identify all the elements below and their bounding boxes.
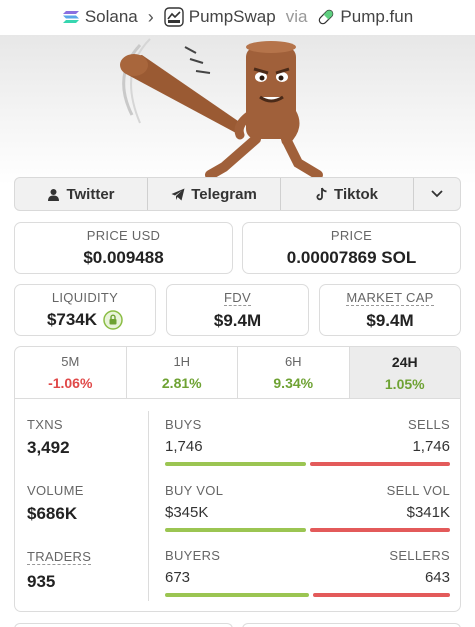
price-native-label: PRICE: [330, 228, 373, 243]
buys-sells-stat: BUYS SELLS 1,746 1,746: [165, 417, 450, 466]
traders-value: 935: [27, 572, 56, 591]
tab-5m[interactable]: 5M -1.06%: [15, 347, 127, 398]
buys-sells-bar: [165, 462, 450, 466]
sellers-label: SELLERS: [389, 548, 450, 563]
buy-vol-label: BUY VOL: [165, 483, 224, 498]
txns-stat: TXNS 3,492: [27, 417, 70, 458]
next-card-right: [242, 623, 461, 627]
stats-divider: [148, 411, 149, 601]
buyers-sellers-stat: BUYERS SELLERS 673 643: [165, 548, 450, 597]
pumpswap-icon: [164, 7, 184, 27]
tab-6h-change: 9.34%: [273, 375, 314, 391]
txns-label: TXNS: [27, 417, 63, 432]
timeframe-tabs: 5M -1.06% 1H 2.81% 6H 9.34% 24H 1.05%: [15, 347, 460, 399]
tab-24h[interactable]: 24H 1.05%: [349, 347, 460, 398]
solana-icon: [62, 11, 79, 23]
buyers-value: 673: [165, 569, 191, 586]
market-cap-card: MARKET CAP $9.4M: [319, 284, 461, 336]
price-native-card: PRICE 0.00007869 SOL: [242, 222, 461, 274]
volume-stat: VOLUME $686K: [27, 483, 84, 524]
liquidity-value: $734K: [46, 310, 98, 329]
fdv-card: FDV $9.4M: [166, 284, 309, 336]
sellers-bar: [313, 593, 450, 597]
breadcrumb: Solana › PumpSwap via Pump.fun: [0, 0, 475, 34]
buys-label: BUYS: [165, 417, 202, 432]
volume-label: VOLUME: [27, 483, 84, 498]
tiktok-icon: [316, 187, 327, 201]
sell-vol-label: SELL VOL: [386, 483, 450, 498]
tab-1h-label: 1H: [173, 354, 191, 369]
tab-5m-label: 5M: [61, 354, 80, 369]
dex-name: PumpSwap: [188, 7, 276, 26]
price-native-value: 0.00007869 SOL: [286, 248, 417, 267]
fdv-label[interactable]: FDV: [224, 290, 251, 306]
twitter-button[interactable]: Twitter: [15, 178, 148, 210]
sells-value: 1,746: [412, 438, 450, 455]
chevron-down-icon: [431, 190, 443, 198]
buyers-sellers-bar: [165, 593, 450, 597]
pill-icon: [319, 9, 334, 25]
next-card-left: [14, 623, 233, 627]
buyers-label: BUYERS: [165, 548, 221, 563]
tab-1h-change: 2.81%: [161, 375, 202, 391]
telegram-icon: [171, 188, 185, 200]
tab-24h-label: 24H: [391, 353, 418, 370]
tab-6h[interactable]: 6H 9.34%: [238, 347, 350, 398]
price-usd-card: PRICE USD $0.009488: [14, 222, 233, 274]
tiktok-button[interactable]: Tiktok: [281, 178, 414, 210]
tab-6h-label: 6H: [284, 354, 302, 369]
lock-icon[interactable]: [103, 310, 123, 330]
sells-bar: [310, 462, 450, 466]
dex-crumb[interactable]: PumpSwap: [164, 7, 276, 27]
buy-vol-bar: [165, 528, 306, 532]
traders-stat: TRADERS 935: [27, 548, 92, 592]
volume-value: $686K: [27, 504, 78, 523]
fdv-value: $9.4M: [213, 310, 262, 330]
market-cap-value: $9.4M: [366, 310, 414, 330]
stats-panel: 5M -1.06% 1H 2.81% 6H 9.34% 24H 1.05% TX…: [14, 346, 461, 612]
twitter-label: Twitter: [66, 185, 115, 203]
chain-crumb[interactable]: Solana: [62, 7, 138, 27]
stat-rows: TXNS 3,492 VOLUME $686K TRADERS 935 BUYS…: [15, 399, 460, 611]
chain-name: Solana: [84, 7, 138, 26]
buy-vol-value: $345K: [165, 504, 209, 521]
sellers-value: 643: [424, 569, 450, 586]
telegram-button[interactable]: Telegram: [148, 178, 281, 210]
tab-24h-change: 1.05%: [384, 375, 425, 392]
tiktok-label: Tiktok: [334, 185, 378, 203]
tab-1h[interactable]: 1H 2.81%: [127, 347, 238, 398]
token-artwork: [120, 38, 323, 185]
social-links: Twitter Telegram Tiktok: [14, 177, 461, 211]
buyers-bar: [165, 593, 309, 597]
chevron-right-icon: ›: [147, 6, 154, 27]
volume-split-bar: [165, 528, 450, 532]
price-usd-label: PRICE USD: [86, 228, 161, 243]
tab-5m-change: -1.06%: [48, 375, 93, 391]
liquidity-card: LIQUIDITY $734K: [14, 284, 156, 336]
buys-value: 1,746: [165, 438, 203, 455]
txns-value: 3,492: [27, 438, 70, 457]
user-icon: [48, 188, 60, 201]
market-cap-label[interactable]: MARKET CAP: [346, 290, 434, 306]
traders-label[interactable]: TRADERS: [27, 549, 92, 565]
sell-vol-value: $341K: [406, 504, 450, 521]
more-links-button[interactable]: [414, 178, 460, 210]
volume-split-stat: BUY VOL SELL VOL $345K $341K: [165, 483, 450, 532]
sell-vol-bar: [310, 528, 450, 532]
via-text: via: [285, 7, 308, 26]
launchpad-name: Pump.fun: [340, 7, 414, 26]
liquidity-label: LIQUIDITY: [51, 290, 119, 305]
token-banner: [0, 35, 475, 185]
launchpad-crumb[interactable]: Pump.fun: [317, 7, 413, 27]
sells-label: SELLS: [408, 417, 450, 432]
buys-bar: [165, 462, 306, 466]
price-usd-value: $0.009488: [83, 248, 164, 267]
telegram-label: Telegram: [191, 185, 257, 203]
